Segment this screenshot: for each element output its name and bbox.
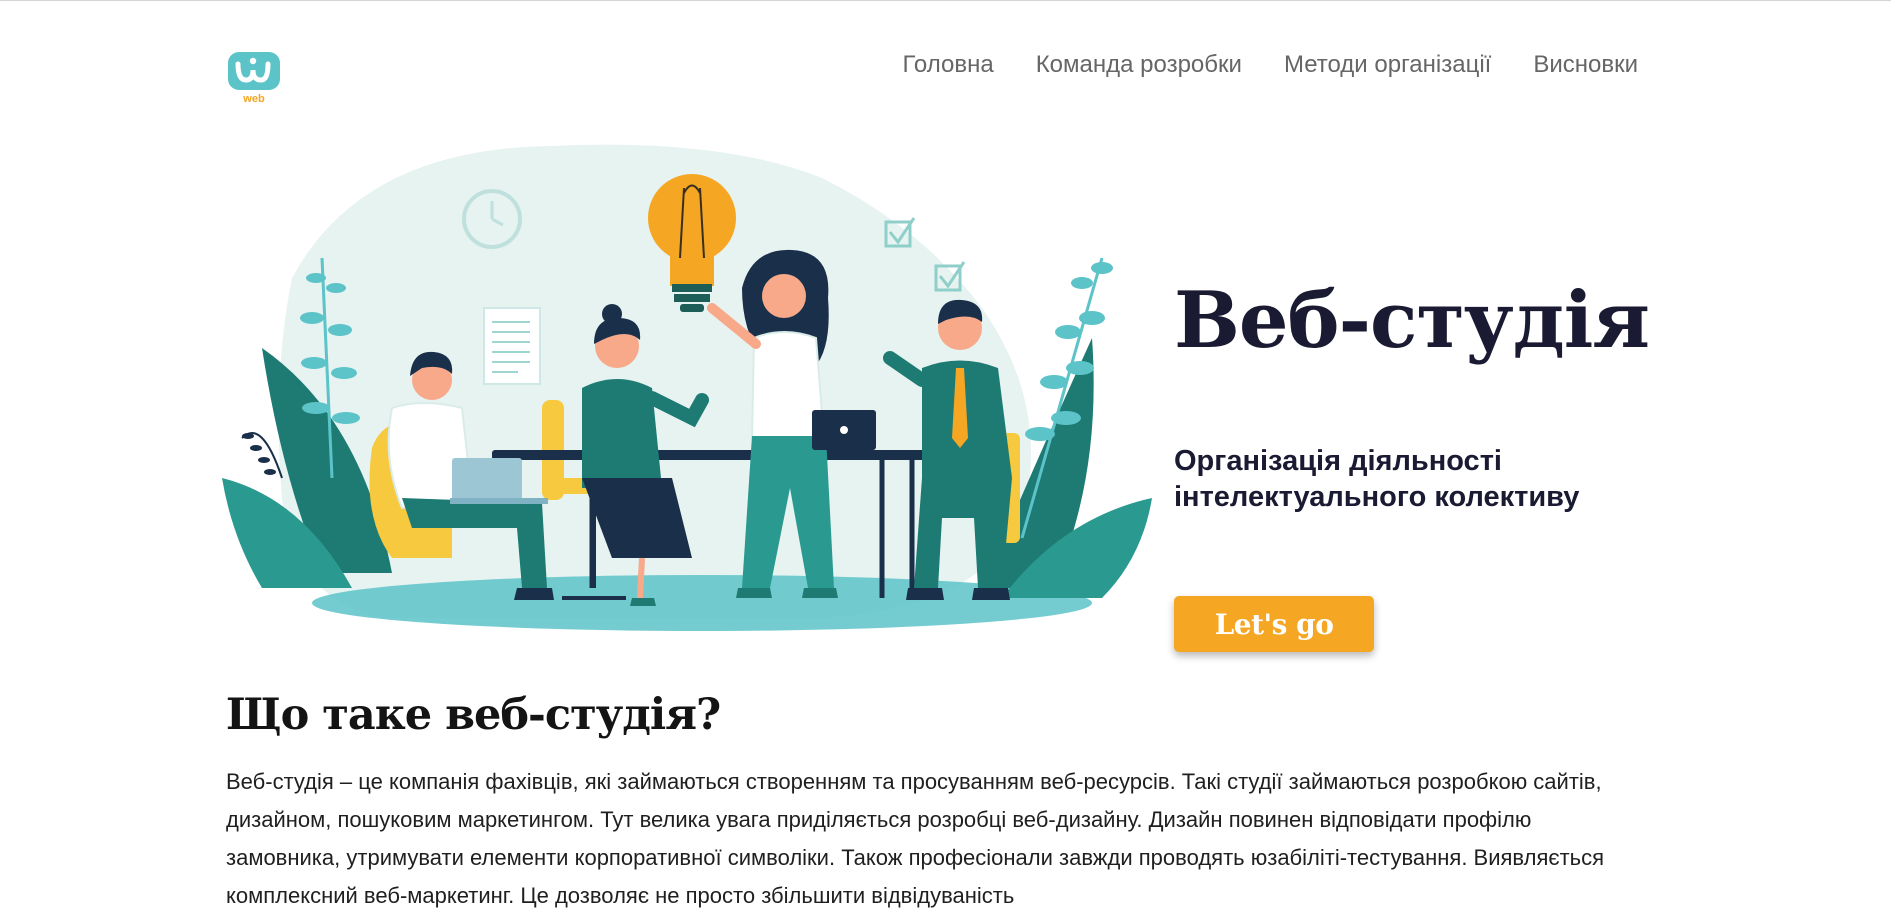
hero-illustration bbox=[222, 118, 1172, 673]
hero-subtitle: Організація діяльності інтелектуального … bbox=[1174, 445, 1580, 513]
logo[interactable]: web bbox=[226, 50, 282, 106]
nav-conclusions[interactable]: Висновки bbox=[1533, 50, 1638, 80]
lets-go-button[interactable]: Let's go bbox=[1174, 596, 1374, 652]
main-nav: Головна Команда розробки Методи організа… bbox=[903, 50, 1638, 80]
nav-home[interactable]: Головна bbox=[903, 50, 994, 80]
logo-icon: web bbox=[228, 52, 280, 105]
document-icon bbox=[483, 307, 541, 385]
logo-text: web bbox=[242, 93, 265, 105]
top-border bbox=[0, 0, 1891, 1]
hero-title: Веб-студія bbox=[1174, 275, 1650, 366]
section-text: Веб-студія – це компанія фахівців, які з… bbox=[226, 769, 1605, 908]
laptop-icon bbox=[812, 410, 876, 450]
nav-team[interactable]: Команда розробки bbox=[1036, 50, 1242, 80]
nav-methods[interactable]: Методи організації bbox=[1284, 50, 1491, 80]
team-meeting-illustration bbox=[222, 144, 1152, 631]
section-title: Що таке веб-студія? bbox=[226, 690, 721, 740]
